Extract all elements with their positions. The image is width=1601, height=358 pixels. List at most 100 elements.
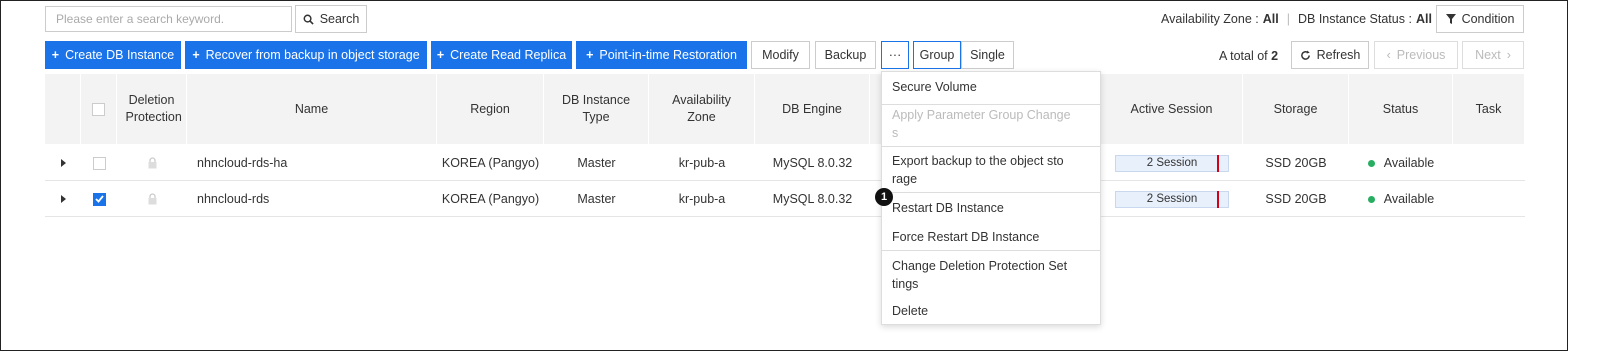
plus-icon: + xyxy=(436,48,445,62)
deletion-protection-cell xyxy=(117,181,187,217)
instance-status-value: All xyxy=(1415,12,1432,26)
column-header-name[interactable]: Name xyxy=(187,74,437,144)
next-label: Next xyxy=(1475,48,1501,62)
column-header-region[interactable]: Region xyxy=(437,74,544,144)
column-header-storage[interactable]: Storage xyxy=(1243,74,1349,144)
plus-icon: + xyxy=(586,48,594,62)
session-bar: 2 Session xyxy=(1115,154,1229,172)
column-header-db-engine[interactable]: DB Engine xyxy=(755,74,870,144)
instance-status-label: DB Instance Status : xyxy=(1297,12,1412,26)
table-header: Deletion Protection Name Region DB Insta… xyxy=(45,74,1525,144)
create-read-replica-button[interactable]: + Create Read Replica xyxy=(431,41,572,69)
menu-item-secure-volume[interactable]: Secure Volume xyxy=(882,78,1100,96)
status-cell: Available xyxy=(1349,145,1453,181)
search-icon xyxy=(303,14,314,25)
menu-item-force-restart[interactable]: Force Restart DB Instance xyxy=(882,228,1100,246)
lock-icon xyxy=(148,193,156,205)
backup-label: Backup xyxy=(824,48,867,62)
menu-item-label-line: Change Deletion Protection Set xyxy=(892,259,1068,273)
column-header-label: Task xyxy=(1475,101,1502,116)
expand-row-toggle[interactable] xyxy=(45,181,81,217)
menu-item-export-backup[interactable]: Export backup to the object sto rage xyxy=(882,152,1100,188)
instance-name-cell[interactable]: nhncloud-rds xyxy=(187,181,437,217)
session-bar: 2 Session xyxy=(1115,190,1229,208)
single-toggle[interactable]: Single xyxy=(961,41,1014,69)
row-checkbox[interactable] xyxy=(92,192,106,206)
search-button[interactable]: Search xyxy=(295,5,367,33)
active-session-cell: 2 Session xyxy=(1101,181,1243,217)
plus-icon: + xyxy=(51,48,60,62)
lock-icon xyxy=(148,157,156,169)
recover-backup-button[interactable]: + Recover from backup in object storage xyxy=(185,41,427,69)
table-row[interactable]: nhncloud-rds KOREA (Pangyo) Master kr-pu… xyxy=(45,181,1525,217)
refresh-label: Refresh xyxy=(1316,48,1361,62)
status-dot-icon xyxy=(1367,195,1375,203)
caret-right-icon xyxy=(60,195,66,203)
search-input[interactable] xyxy=(45,6,292,32)
region-cell: KOREA (Pangyo) xyxy=(441,192,540,206)
next-page-button[interactable]: Next › xyxy=(1462,41,1524,69)
expand-row-toggle[interactable] xyxy=(45,145,81,181)
session-marker xyxy=(1217,154,1219,172)
column-header-db-instance-type[interactable]: DB Instance Type xyxy=(544,74,649,144)
menu-item-label-line: s xyxy=(892,126,899,140)
group-toggle[interactable]: Group xyxy=(913,41,961,69)
row-checkbox[interactable] xyxy=(92,156,106,170)
refresh-icon xyxy=(1300,49,1310,60)
menu-divider xyxy=(882,146,1100,147)
search-button-label: Search xyxy=(319,12,360,26)
plus-icon: + xyxy=(192,48,200,62)
column-header-status[interactable]: Status xyxy=(1349,74,1453,144)
menu-item-change-deletion-protection[interactable]: Change Deletion Protection Set tings xyxy=(882,257,1100,293)
menu-item-apply-parameter-group: Apply Parameter Group Change s xyxy=(882,106,1100,142)
menu-item-label-line: Apply Parameter Group Change xyxy=(892,108,1071,122)
column-header-label: Status xyxy=(1382,101,1419,116)
column-header-label: Storage xyxy=(1273,101,1318,116)
backup-button[interactable]: Backup xyxy=(815,41,876,69)
instance-name-cell[interactable]: nhncloud-rds-ha xyxy=(187,145,437,181)
filter-divider: | xyxy=(1286,12,1290,26)
menu-item-delete[interactable]: Delete xyxy=(882,302,1100,320)
refresh-button[interactable]: Refresh xyxy=(1291,41,1369,69)
create-db-instance-label: Create DB Instance xyxy=(65,48,175,62)
total-count: A total of 2 xyxy=(1219,49,1278,63)
recover-backup-label: Recover from backup in object storage xyxy=(205,48,420,62)
modify-button[interactable]: Modify xyxy=(751,41,810,69)
instance-type-cell: Master xyxy=(577,156,616,170)
storage-cell: SSD 20GB xyxy=(1265,156,1327,170)
previous-page-button[interactable]: ‹ Previous xyxy=(1374,41,1458,69)
point-in-time-button[interactable]: + Point-in-time Restoration xyxy=(576,41,747,69)
column-header-label: Region xyxy=(470,101,510,116)
checkmark-icon xyxy=(94,195,104,203)
table-row[interactable]: nhncloud-rds-ha KOREA (Pangyo) Master kr… xyxy=(45,145,1525,181)
status-dot-icon xyxy=(1367,159,1375,167)
row-select-cell xyxy=(81,181,117,217)
previous-label: Previous xyxy=(1396,48,1446,62)
modify-label: Modify xyxy=(762,48,799,62)
menu-item-restart[interactable]: Restart DB Instance xyxy=(882,199,1100,217)
create-db-instance-button[interactable]: + Create DB Instance xyxy=(45,41,181,69)
more-icon: ··· xyxy=(888,48,902,62)
instance-type-cell: Master xyxy=(577,192,616,206)
column-header-active-session[interactable]: Active Session xyxy=(1101,74,1243,144)
condition-button[interactable]: Condition xyxy=(1436,5,1524,33)
total-prefix: A total of xyxy=(1219,49,1268,63)
availability-zone-cell: kr-pub-a xyxy=(678,192,726,206)
menu-divider xyxy=(882,104,1100,105)
column-header-task[interactable]: Task xyxy=(1453,74,1525,144)
row-select-cell xyxy=(81,145,117,181)
column-header-availability-zone[interactable]: Availability Zone xyxy=(649,74,755,144)
select-all-checkbox[interactable] xyxy=(92,102,105,116)
region-cell: KOREA (Pangyo) xyxy=(441,156,540,170)
column-header-label: DB Engine xyxy=(782,101,842,116)
column-header-deletion-protection[interactable]: Deletion Protection xyxy=(117,74,187,144)
menu-item-label-line: Export backup to the object sto xyxy=(892,154,1064,168)
availability-zone-cell: kr-pub-a xyxy=(678,156,726,170)
chevron-left-icon: ‹ xyxy=(1386,48,1391,62)
instance-status-filter[interactable]: DB Instance Status : All xyxy=(1298,12,1432,26)
more-actions-button[interactable]: ··· xyxy=(881,41,909,69)
single-label: Single xyxy=(970,48,1005,62)
create-read-replica-label: Create Read Replica xyxy=(450,48,567,62)
menu-item-label-line: rage xyxy=(892,172,918,186)
availability-zone-filter[interactable]: Availability Zone : All xyxy=(1161,12,1279,26)
